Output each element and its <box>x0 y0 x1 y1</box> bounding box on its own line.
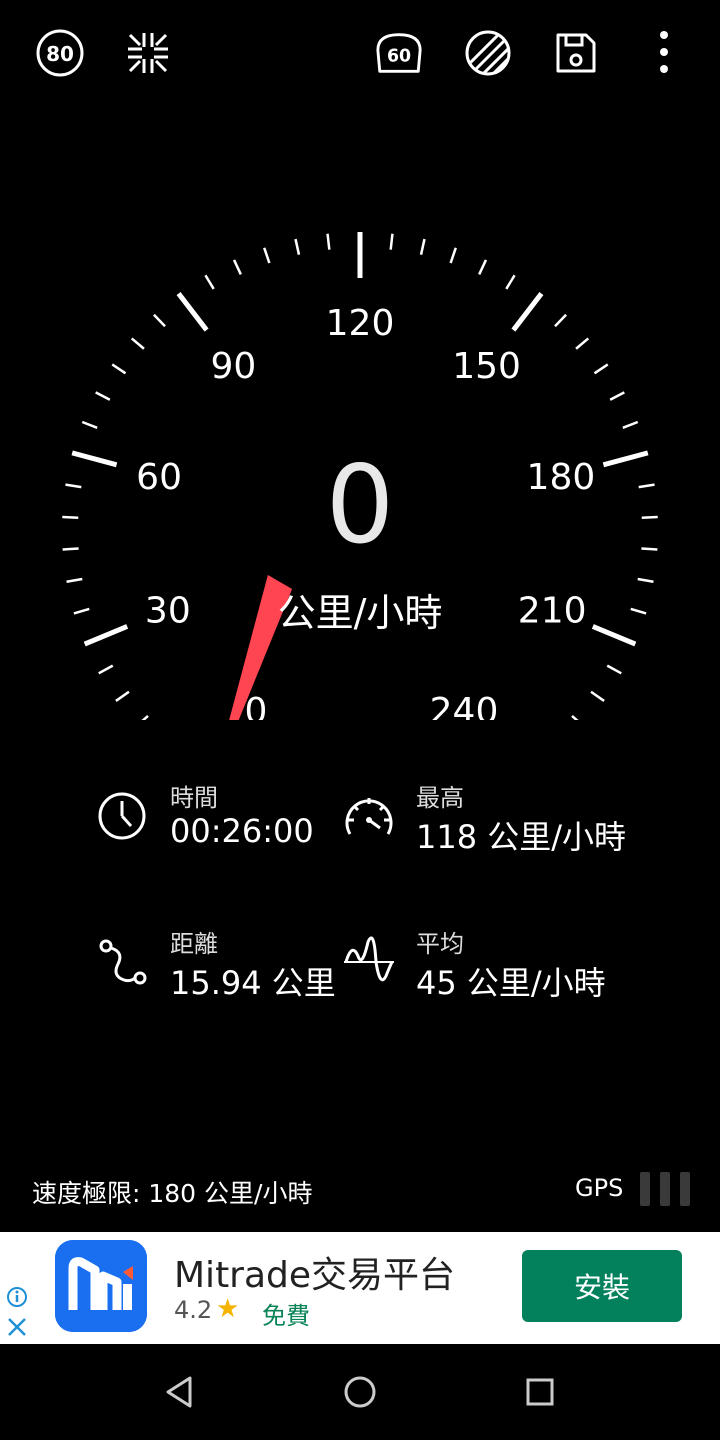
stat-time-value: 00:26:00 <box>170 812 314 850</box>
gauge-minor-tick <box>232 259 242 275</box>
gauge-label: 240 <box>430 691 499 720</box>
gauge-major-tick <box>176 292 209 332</box>
svg-text:60: 60 <box>387 47 411 67</box>
theme-icon[interactable] <box>463 28 513 78</box>
gps-signal-bars <box>638 1172 692 1206</box>
stat-avg-label: 平均 <box>416 930 464 958</box>
gauge-minor-tick <box>204 274 215 290</box>
gauge-minor-tick <box>575 337 590 350</box>
ad-close-icon[interactable] <box>6 1316 28 1338</box>
svg-text:80: 80 <box>46 42 74 66</box>
ad-rating: 4.2 <box>174 1296 213 1324</box>
top-toolbar: 80 60 <box>0 0 720 110</box>
gauge-minor-tick <box>622 420 639 429</box>
gauge-minor-tick <box>590 690 605 702</box>
gauge-minor-tick <box>263 247 271 264</box>
gauge-minor-tick <box>294 238 301 255</box>
gauge-minor-tick <box>593 363 609 375</box>
speed-sign-60-icon[interactable]: 60 <box>374 28 424 78</box>
stat-time-label: 時間 <box>170 784 218 812</box>
system-navbar <box>0 1344 720 1440</box>
gauge-minor-tick <box>571 714 579 720</box>
gauge-minor-tick <box>449 247 457 264</box>
gauge-minor-tick <box>505 274 516 290</box>
home-icon[interactable] <box>340 1372 380 1412</box>
recents-icon[interactable] <box>520 1372 560 1412</box>
route-icon <box>99 939 147 985</box>
gauge-minor-tick <box>609 391 625 401</box>
gauge-minor-tick <box>141 714 149 720</box>
gps-bar <box>680 1172 690 1206</box>
back-icon[interactable] <box>160 1372 200 1412</box>
stat-distance-value: 15.94 公里 <box>170 964 336 1002</box>
gauge-major-tick <box>511 292 544 332</box>
gauge-minor-tick <box>606 664 622 675</box>
gps-bar <box>660 1172 670 1206</box>
ad-banner[interactable]: Mitrade交易平台 4.2 ★ 免費 安裝 <box>0 1232 720 1344</box>
gauge-label: 150 <box>452 346 521 387</box>
gauge-minor-tick <box>111 363 127 375</box>
current-speed-unit: 公里/小時 <box>277 591 443 635</box>
gauge-label: 120 <box>326 303 395 344</box>
gauge-minor-tick <box>153 313 166 328</box>
stat-max-label: 最高 <box>416 784 464 812</box>
gauge-minor-tick <box>81 420 98 429</box>
star-icon: ★ <box>216 1294 240 1324</box>
speed-limit-text[interactable]: 速度極限: 180 公里/小時 <box>32 1174 312 1210</box>
gauge-minor-tick <box>554 313 567 328</box>
speedometer-icon <box>345 798 393 835</box>
ad-install-button[interactable]: 安裝 <box>522 1250 682 1322</box>
gauge-minor-tick <box>98 664 114 675</box>
stat-distance-label: 距離 <box>170 930 218 958</box>
collapse-icon[interactable] <box>123 28 173 78</box>
gauge-label: 90 <box>210 346 256 387</box>
stat-avg-value: 45 公里/小時 <box>416 964 606 1002</box>
gauge-minor-tick <box>115 690 130 702</box>
ad-info-icon[interactable] <box>6 1286 28 1308</box>
ad-price: 免費 <box>262 1302 310 1330</box>
gauge-minor-tick <box>130 337 145 350</box>
stat-max-value: 118 公里/小時 <box>416 818 627 856</box>
gauge-minor-tick <box>389 233 394 250</box>
gps-label: GPS <box>575 1174 624 1202</box>
save-icon[interactable] <box>551 28 601 78</box>
gauge-minor-tick <box>478 259 488 275</box>
ad-app-logo[interactable] <box>55 1240 147 1332</box>
gauge-minor-tick <box>95 391 111 401</box>
more-vert-icon[interactable] <box>639 28 689 78</box>
gauge-minor-tick <box>419 238 426 255</box>
gauge-minor-tick <box>326 233 331 250</box>
speed-limit-80-icon[interactable]: 80 <box>35 28 85 78</box>
ad-title[interactable]: Mitrade交易平台 <box>174 1246 455 1298</box>
current-speed-value: 0 <box>325 443 395 568</box>
wave-icon <box>344 936 394 982</box>
gps-bar <box>640 1172 650 1206</box>
clock-icon <box>98 792 146 840</box>
